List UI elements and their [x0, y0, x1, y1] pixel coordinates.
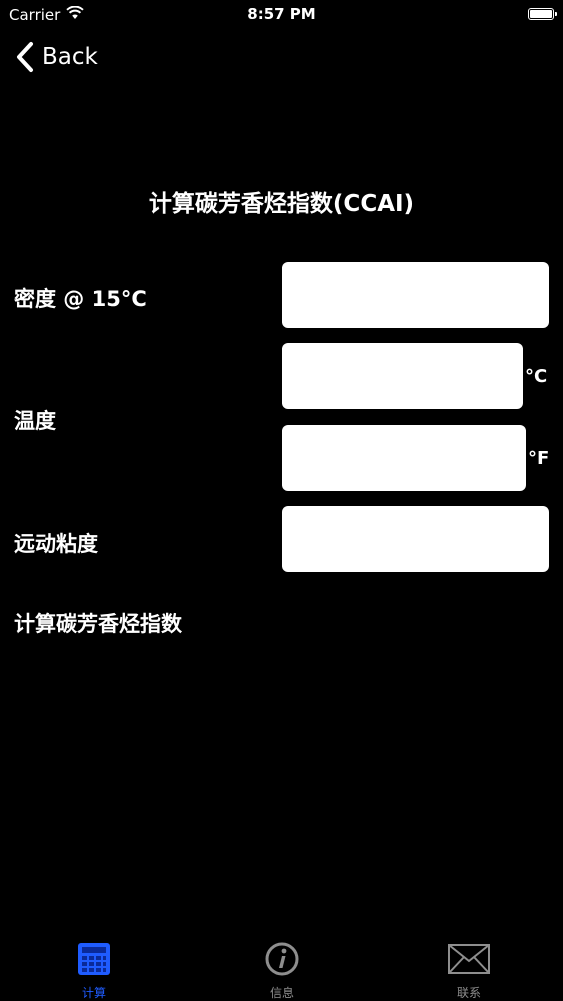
tab-calculate-label: 计算 [81, 986, 106, 1000]
tab-info[interactable]: 信息 [232, 930, 332, 1000]
back-chevron-icon [17, 42, 33, 72]
ccai-result-label: 计算碳芳香烃指数 [14, 612, 182, 636]
temperature-fahrenheit-input[interactable] [282, 425, 526, 491]
fahrenheit-unit-label: °F [528, 448, 550, 469]
mail-icon [448, 944, 490, 974]
tab-calculate[interactable]: 计算 [44, 930, 144, 1000]
page-title: 计算碳芳香烃指数(CCAI) [148, 191, 415, 217]
celsius-unit-label: °C [525, 366, 548, 387]
status-bar: Carrier 8:57 PM [0, 0, 563, 30]
viscosity-input[interactable] [282, 506, 549, 572]
tab-contact[interactable]: 联系 [419, 930, 519, 1000]
temperature-label: 温度 [14, 409, 56, 433]
viscosity-label: 远动粘度 [14, 532, 98, 556]
info-icon [265, 942, 299, 976]
back-label: Back [42, 44, 98, 70]
tab-info-label: 信息 [269, 986, 294, 1000]
density-input[interactable] [282, 262, 549, 328]
back-button[interactable]: Back [14, 40, 98, 74]
temperature-celsius-input[interactable] [282, 343, 523, 409]
density-label: 密度 @ 15°C [14, 287, 147, 311]
calculator-icon [78, 943, 110, 975]
tab-bar: 计算 信息 联系 [0, 930, 563, 1000]
tab-contact-label: 联系 [456, 986, 481, 1000]
status-time: 8:57 PM [247, 5, 316, 23]
battery-icon [528, 8, 557, 20]
